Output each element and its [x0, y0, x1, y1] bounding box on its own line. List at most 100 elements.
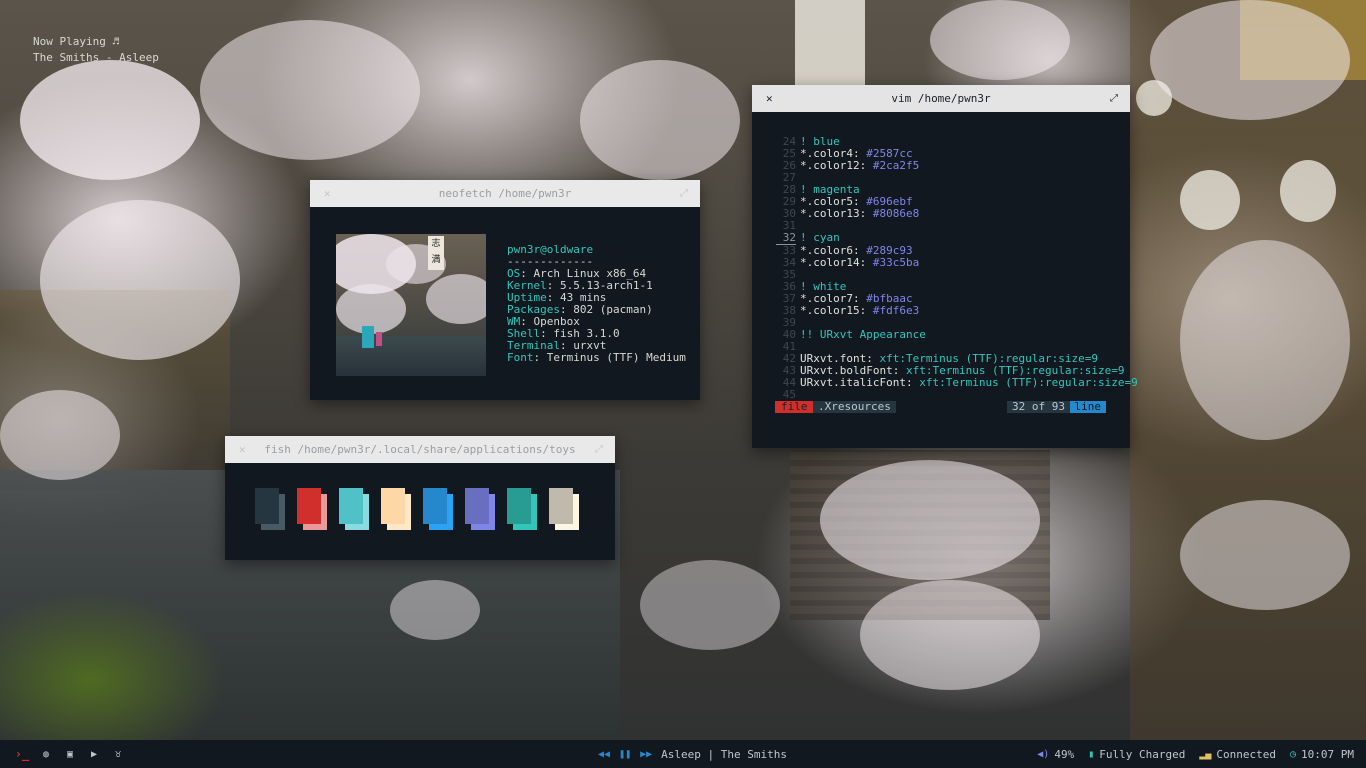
window-title: neofetch /home/pwn3r: [438, 187, 572, 200]
resource-key: *.color15:: [800, 304, 867, 317]
neofetch-info: pwn3r@oldware ------------- OS: Arch Lin…: [507, 243, 686, 364]
pause-icon[interactable]: ❚❚: [619, 749, 631, 760]
wallpaper-blossom: [640, 560, 780, 650]
fish-window[interactable]: ✕ fish /home/pwn3r/.local/share/applicat…: [225, 436, 615, 560]
close-icon[interactable]: ✕: [324, 180, 331, 207]
volume-indicator[interactable]: ◀) 49%: [1037, 748, 1074, 761]
clock-icon: ◷: [1289, 748, 1297, 760]
battery-indicator[interactable]: ▮ Fully Charged: [1088, 748, 1185, 761]
resource-key: URxvt.italicFont:: [800, 376, 913, 389]
color-swatches: [255, 488, 579, 530]
wifi-icon: ▂▄: [1199, 748, 1212, 760]
resource-value: xft:Terminus (TTF):regular:size=9: [919, 376, 1138, 389]
fish-titlebar[interactable]: ✕ fish /home/pwn3r/.local/share/applicat…: [225, 436, 615, 463]
vim-line: 34 *.color14: #33c5ba: [776, 257, 1138, 269]
vim-line: 40!! URxvt Appearance: [776, 329, 1138, 341]
statusline-unit: line: [1069, 401, 1106, 413]
wallpaper-blossom: [1180, 500, 1350, 610]
color-swatch: [297, 488, 327, 530]
volume-value: 49%: [1054, 747, 1075, 761]
wallpaper-blossom: [40, 200, 240, 360]
wallpaper-lantern: [1180, 170, 1240, 230]
wallpaper-blossom: [930, 0, 1070, 80]
window-title: fish /home/pwn3r/.local/share/applicatio…: [264, 443, 576, 456]
vim-statusline: file .Xresources 32 of 93 line: [775, 401, 1106, 413]
youtube-icon[interactable]: ▶: [89, 749, 99, 760]
swatch-normal: [507, 488, 531, 524]
now-playing-label: Now Playing ♬: [33, 35, 120, 48]
neofetch-window[interactable]: ✕ neofetch /home/pwn3r ⤢ 志満 pwn3r@oldwar…: [310, 180, 700, 400]
files-icon[interactable]: ▣: [65, 749, 75, 760]
neofetch-image: 志満: [336, 234, 486, 376]
vim-buffer[interactable]: 24! blue 25 *.color4: #2587cc 26 *.color12: …: [776, 136, 1138, 401]
wallpaper-blossom: [580, 60, 740, 180]
wallpaper-blossom: [1180, 240, 1350, 440]
vim-titlebar[interactable]: ✕ vim /home/pwn3r ⤢: [752, 85, 1130, 112]
wallpaper-foliage: [0, 560, 260, 740]
color-swatch: [549, 488, 579, 530]
wallpaper-lantern: [1280, 160, 1336, 222]
maximize-icon[interactable]: ⤢: [595, 436, 603, 463]
now-playing-track: The Smiths - Asleep: [33, 51, 159, 64]
swatch-normal: [549, 488, 573, 524]
vim-window[interactable]: ✕ vim /home/pwn3r ⤢ 24! blue 25 *.color4: …: [752, 85, 1138, 448]
comment-text: ! cyan: [800, 231, 840, 244]
resource-key: *.color12:: [800, 159, 867, 172]
close-icon[interactable]: ✕: [766, 85, 773, 112]
wallpaper-hanging-sign: [795, 0, 865, 90]
swatch-normal: [255, 488, 279, 524]
swatch-normal: [423, 488, 447, 524]
wallpaper-blossom: [820, 460, 1040, 580]
window-title: vim /home/pwn3r: [891, 92, 991, 105]
cat-icon[interactable]: ♉: [113, 749, 123, 760]
media-controls: ◀◀ ❚❚ ▶▶ Asleep | The Smiths: [598, 740, 787, 768]
info-value: 802 (pacman): [573, 303, 653, 316]
next-icon[interactable]: ▶▶: [640, 749, 652, 760]
color-swatch: [255, 488, 285, 530]
wallpaper-blossom: [390, 580, 480, 640]
wallpaper-blossom: [0, 390, 120, 480]
wallpaper-blossom: [1150, 0, 1350, 120]
current-track[interactable]: Asleep | The Smiths: [661, 748, 787, 761]
vim-line: 26 *.color12: #2ca2f5: [776, 160, 1138, 172]
statusline-filename: .Xresources: [813, 401, 896, 413]
color-swatch: [381, 488, 411, 530]
info-value: Terminus (TTF) Medium: [546, 351, 686, 364]
bottom-panel: ›_ ◍ ▣ ▶ ♉ ◀◀ ❚❚ ▶▶ Asleep | The Smiths …: [0, 740, 1366, 768]
resource-value: #fdf6e3: [872, 304, 920, 317]
resource-value: #8086e8: [872, 207, 920, 220]
network-status: Connected: [1216, 747, 1276, 761]
vim-line: 30 *.color13: #8086e8: [776, 208, 1138, 220]
swatch-normal: [465, 488, 489, 524]
color-swatch: [423, 488, 453, 530]
system-tray: ◀) 49% ▮ Fully Charged ▂▄ Connected ◷ 10:07 …: [1037, 740, 1354, 768]
battery-status: Fully Charged: [1099, 747, 1186, 761]
resource-value: #33c5ba: [872, 256, 920, 269]
swatch-normal: [297, 488, 321, 524]
previous-icon[interactable]: ◀◀: [598, 749, 610, 760]
maximize-icon[interactable]: ⤢: [1110, 85, 1118, 112]
close-icon[interactable]: ✕: [239, 436, 246, 463]
neofetch-titlebar[interactable]: ✕ neofetch /home/pwn3r ⤢: [310, 180, 700, 207]
color-swatch: [465, 488, 495, 530]
maximize-icon[interactable]: ⤢: [680, 180, 688, 207]
battery-icon: ▮: [1088, 748, 1095, 760]
resource-key: *.color14:: [800, 256, 867, 269]
network-indicator[interactable]: ▂▄ Connected: [1199, 748, 1276, 761]
resource-key: *.color13:: [800, 207, 867, 220]
clock-time: 10:07 PM: [1301, 747, 1354, 761]
statusline-position: 32 of 93: [1007, 401, 1070, 413]
browser-icon[interactable]: ◍: [41, 749, 51, 760]
terminal-icon[interactable]: ›_: [15, 747, 29, 761]
wallpaper-blossom: [20, 60, 200, 180]
volume-icon: ◀): [1037, 748, 1050, 760]
clock[interactable]: ◷ 10:07 PM: [1290, 748, 1354, 761]
color-swatch: [339, 488, 369, 530]
statusline-mode: file: [775, 401, 814, 413]
info-key: Font: [507, 351, 534, 364]
color-swatch: [507, 488, 537, 530]
resource-value: #2ca2f5: [872, 159, 920, 172]
wallpaper-blossom: [200, 20, 420, 160]
comment-text: !! URxvt Appearance: [800, 328, 926, 341]
wallpaper-blossom: [860, 580, 1040, 690]
